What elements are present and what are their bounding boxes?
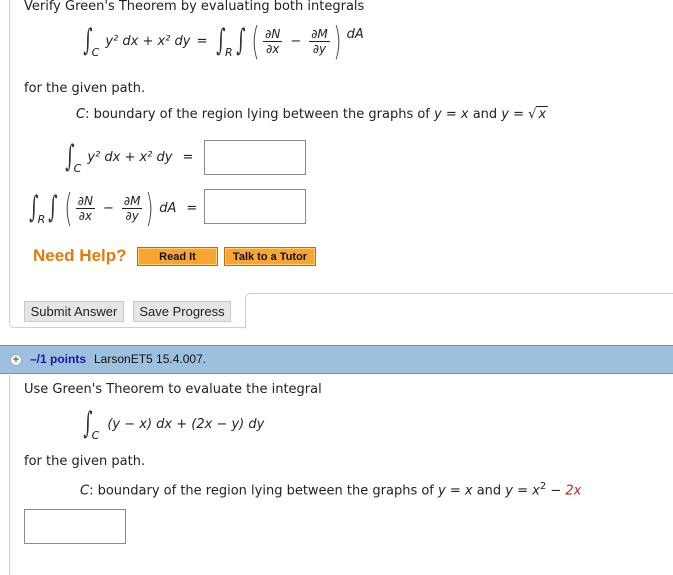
and-text: and (468, 107, 502, 122)
minus-sign: − (290, 33, 302, 49)
equals-sign: = (196, 33, 208, 49)
answer-row-2-label: ∫ R ∫ ( ∂N ∂x − ∂M ∂y ) dA = (26, 186, 197, 230)
integral-sign: ∫ (83, 23, 93, 58)
minus-sign: − (102, 200, 114, 216)
line-integrand: y² dx + x² dy (105, 33, 191, 49)
integral-sign: ∫ (48, 190, 58, 225)
question-2-intro: Use Green's Theorem to evaluate the inte… (24, 382, 322, 397)
line-integrand: y² dx + x² dy (87, 149, 173, 165)
question-1-intro: Verify Green's Theorem by evaluating bot… (24, 0, 365, 14)
answer-row-1-label: ∫ C y² dx + x² dy = (62, 139, 194, 175)
left-paren: ( (64, 186, 73, 230)
plus-circle-icon[interactable]: + (10, 354, 22, 366)
integrand: (y − x) dx + (2x − y) dy (107, 416, 265, 432)
integral-sign: ∫ (235, 23, 246, 58)
minus-sign: − (546, 483, 566, 499)
path-text: : boundary of the region lying between t… (85, 107, 435, 122)
left-paren: ( (251, 19, 260, 63)
highlighted-term: 2x (565, 483, 582, 499)
integral-sign: ∫ (83, 406, 93, 441)
integral-subscript: C (73, 161, 82, 175)
greens-theorem-equation: ∫ C y² dx + x² dy = ∫ R ∫ ( ∂N ∂x − ∂M ∂… (80, 16, 364, 66)
equals-sign: = (186, 200, 198, 216)
right-paren: ) (145, 186, 154, 230)
fraction-dM-dy: ∂M ∂y (121, 193, 143, 223)
numerator: ∂N (75, 193, 95, 209)
graph-1: y = x (434, 107, 469, 122)
sqrt-radicand: x (536, 106, 549, 122)
integral-sign: ∫ (29, 190, 39, 225)
graph-1: y = x (438, 483, 473, 499)
save-progress-button[interactable]: Save Progress (133, 301, 231, 322)
graph-2-prefix: y = x (505, 483, 540, 499)
integral-sign: ∫ (216, 23, 226, 58)
points-label[interactable]: –/1 points (30, 352, 86, 366)
path-label: C (76, 107, 86, 122)
double-integral-answer-input[interactable] (204, 189, 306, 224)
path-label: C (80, 483, 90, 499)
dA-label: dA (346, 26, 364, 42)
read-it-button[interactable]: Read It (137, 247, 218, 266)
integral-subscript: R (37, 212, 46, 226)
and-text: and (472, 483, 506, 499)
submit-answer-button[interactable]: Submit Answer (24, 301, 124, 322)
path-description: C: boundary of the region lying between … (76, 106, 549, 122)
need-help-label: Need Help? (33, 246, 127, 265)
panel-divider (245, 293, 673, 329)
integral-subscript: C (91, 428, 100, 442)
question-2-answer-input[interactable] (24, 509, 126, 544)
line-integral-answer-input[interactable] (204, 140, 306, 175)
denominator: ∂x (78, 208, 93, 223)
right-paren: ) (333, 19, 342, 63)
fraction-dN-dx: ∂N ∂x (75, 193, 95, 223)
path-description: C: boundary of the region lying between … (80, 481, 581, 498)
fraction-dN-dx: ∂N ∂x (263, 26, 283, 56)
integral-sign: ∫ (65, 139, 75, 174)
numerator: ∂N (263, 26, 283, 42)
denominator: ∂y (312, 41, 327, 56)
integral-subscript: C (91, 45, 100, 59)
fraction-dM-dy: ∂M ∂y (309, 27, 330, 56)
question-id: LarsonET5 15.4.007. (94, 352, 207, 366)
denominator: ∂x (266, 41, 280, 56)
talk-to-tutor-button[interactable]: Talk to a Tutor (224, 247, 316, 266)
equals-sign: = (182, 149, 194, 165)
path-text: : boundary of the region lying between t… (89, 483, 439, 499)
question-2-integral: ∫ C (y − x) dx + (2x − y) dy (80, 404, 264, 444)
numerator: ∂M (121, 193, 143, 209)
denominator: ∂y (125, 208, 139, 223)
dA-label: dA (159, 200, 177, 216)
question-2-header: + –/1 points LarsonET5 15.4.007. (0, 345, 673, 374)
for-given-path: for the given path. (24, 454, 146, 469)
for-given-path: for the given path. (24, 81, 146, 96)
graph-2-prefix: y = (501, 107, 529, 122)
numerator: ∂M (309, 26, 330, 42)
integral-subscript: R (225, 45, 233, 59)
